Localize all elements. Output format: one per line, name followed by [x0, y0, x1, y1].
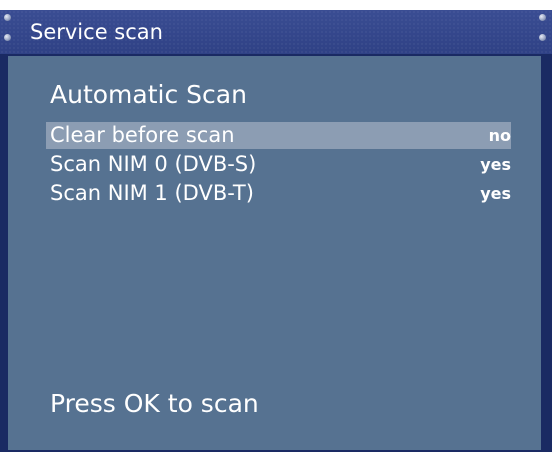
scan-heading: Automatic Scan — [50, 80, 247, 109]
scan-hint: Press OK to scan — [50, 389, 259, 418]
service-scan-window: Service scan Automatic Scan Clear before… — [0, 10, 552, 452]
screw-icon — [4, 14, 11, 21]
title-bar: Service scan — [0, 10, 552, 54]
option-scan-nim-1[interactable]: Scan NIM 1 (DVB-T) yes — [46, 180, 511, 207]
option-label: Scan NIM 0 (DVB-S) — [50, 152, 257, 176]
scan-panel: Automatic Scan Clear before scan no Scan… — [8, 56, 541, 450]
option-scan-nim-0[interactable]: Scan NIM 0 (DVB-S) yes — [46, 151, 511, 178]
screw-icon — [4, 34, 11, 41]
option-label: Clear before scan — [50, 123, 235, 147]
screw-icon — [539, 14, 546, 21]
screw-icon — [539, 34, 546, 41]
option-value[interactable]: yes — [480, 151, 511, 178]
option-value[interactable]: yes — [480, 180, 511, 207]
option-value[interactable]: no — [489, 122, 511, 149]
option-label: Scan NIM 1 (DVB-T) — [50, 181, 254, 205]
window-title: Service scan — [30, 20, 163, 44]
option-clear-before-scan[interactable]: Clear before scan no — [46, 122, 511, 149]
